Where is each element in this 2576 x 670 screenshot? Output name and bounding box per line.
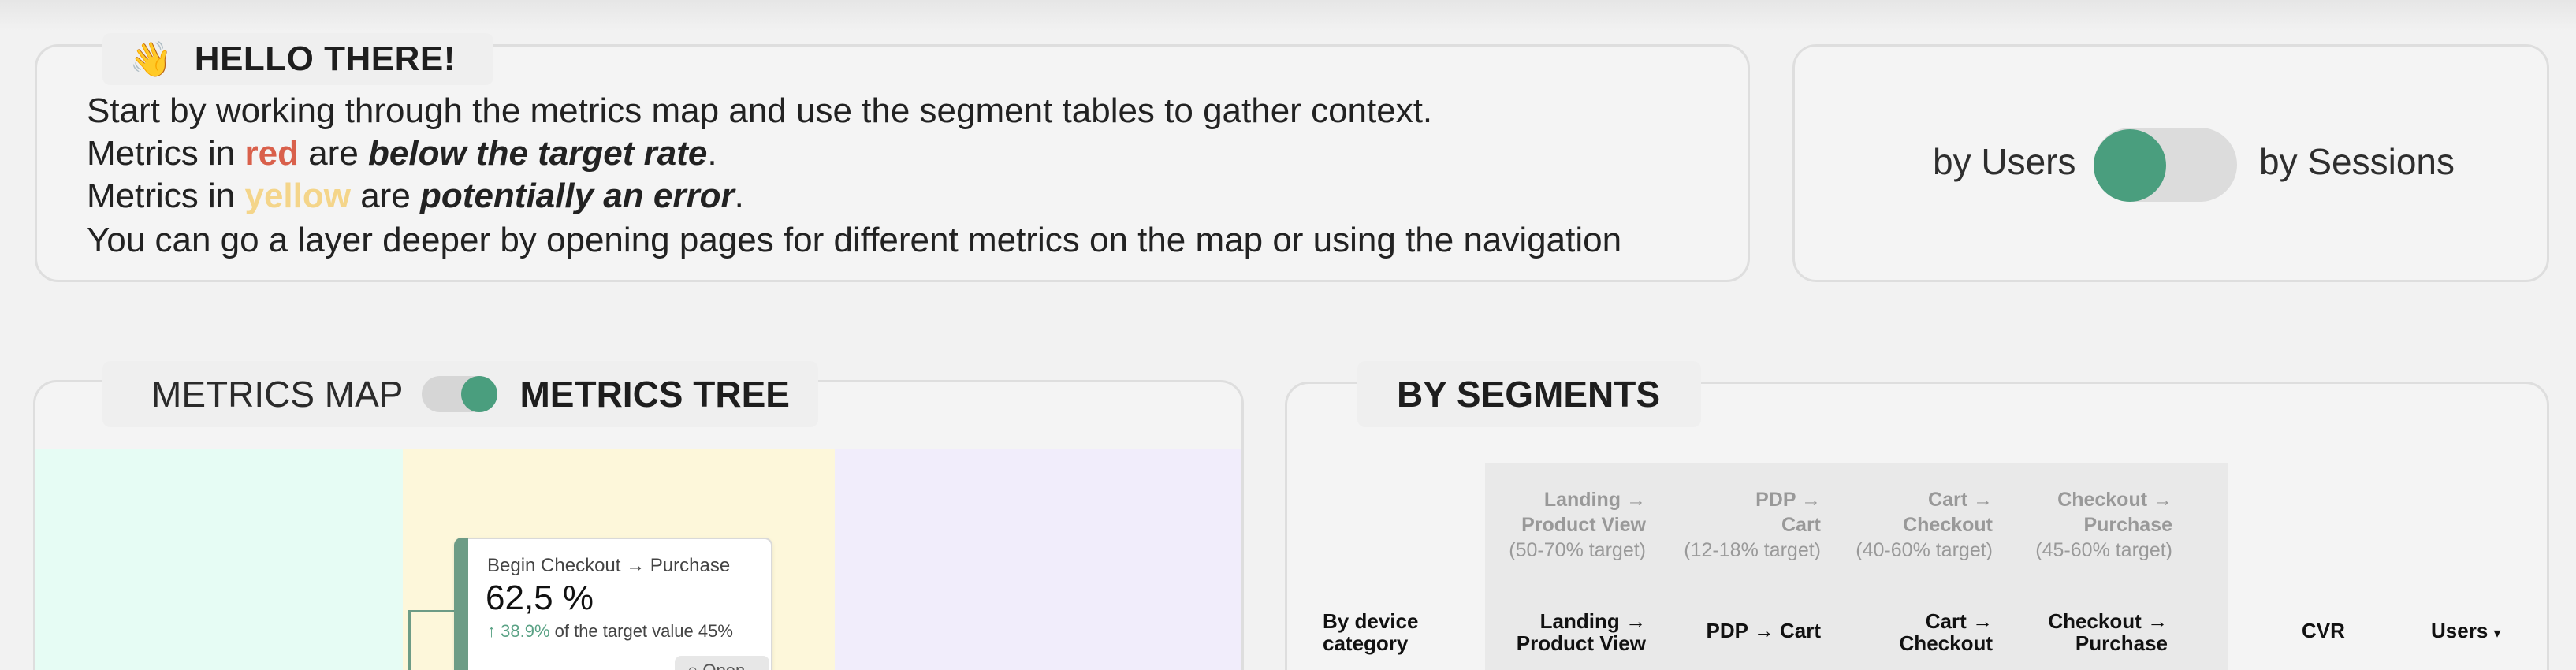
- metric-node-change: ↑ 38.9% of the target value 45%: [487, 621, 733, 641]
- sort-desc-icon: ▾: [2493, 625, 2501, 641]
- top-shade: [0, 0, 2576, 32]
- hello-line-4: You can go a layer deeper by opening pag…: [87, 221, 1622, 259]
- wave-icon: 👋: [129, 40, 173, 79]
- col-header-checkout-purchase[interactable]: Checkout → Purchase: [2048, 610, 2168, 654]
- map-tree-switch[interactable]: [422, 376, 498, 412]
- metrics-map-label[interactable]: METRICS MAP: [151, 373, 403, 415]
- target-header-pdp: PDP → Cart (12-18% target): [1684, 489, 1821, 561]
- hello-line-1: Start by working through the metrics map…: [87, 91, 1433, 130]
- potential-error-text: potentially an error: [420, 177, 735, 215]
- arrow-up-icon: ↑: [487, 621, 496, 641]
- target-header-cart: Cart → Checkout (40-60% target): [1856, 489, 1993, 561]
- search-icon: ○: [687, 661, 698, 670]
- yellow-word: yellow: [244, 177, 351, 215]
- users-sessions-switch[interactable]: [2094, 128, 2237, 202]
- col-header-cvr[interactable]: CVR: [2302, 620, 2345, 642]
- metrics-view-switcher: METRICS MAP METRICS TREE: [102, 361, 818, 427]
- metric-node-value: 62,5 %: [486, 579, 594, 617]
- tree-column-3: [835, 449, 1241, 670]
- by-users-label[interactable]: by Users: [1933, 140, 2075, 183]
- segments-heading: BY SEGMENTS: [1357, 361, 1701, 427]
- map-tree-knob: [461, 376, 498, 412]
- col-header-cart-checkout[interactable]: Cart → Checkout: [1900, 610, 1993, 654]
- red-word: red: [244, 134, 299, 173]
- switch-knob: [2094, 129, 2166, 202]
- metrics-tree-label[interactable]: METRICS TREE: [519, 373, 789, 415]
- row-header-device-category: By device category: [1323, 609, 1419, 655]
- by-sessions-label[interactable]: by Sessions: [2259, 140, 2455, 183]
- col-header-pdp-cart[interactable]: PDP → Cart: [1707, 620, 1821, 642]
- target-header-checkout: Checkout → Purchase (45-60% target): [2035, 489, 2172, 561]
- col-header-users[interactable]: Users ▾: [2431, 620, 2501, 644]
- metric-node-title: Begin Checkout → Purchase: [487, 555, 731, 576]
- hello-line-3: Metrics in yellow are potentially an err…: [87, 177, 744, 215]
- target-header-landing: Landing → Product View (50-70% target): [1509, 489, 1646, 561]
- metric-node-accent: [454, 538, 468, 670]
- col-header-landing[interactable]: Landing → Product View: [1517, 610, 1646, 654]
- hello-line-2: Metrics in red are below the target rate…: [87, 134, 717, 173]
- segments-title: BY SEGMENTS: [1397, 374, 1660, 415]
- tree-connector: [408, 610, 456, 670]
- hello-heading: 👋 HELLO THERE!: [102, 33, 493, 85]
- tree-column-1: [35, 449, 403, 670]
- hello-title: HELLO THERE!: [194, 39, 456, 78]
- open-button[interactable]: ○ Open: [675, 656, 769, 670]
- below-target-text: below the target rate: [368, 134, 708, 173]
